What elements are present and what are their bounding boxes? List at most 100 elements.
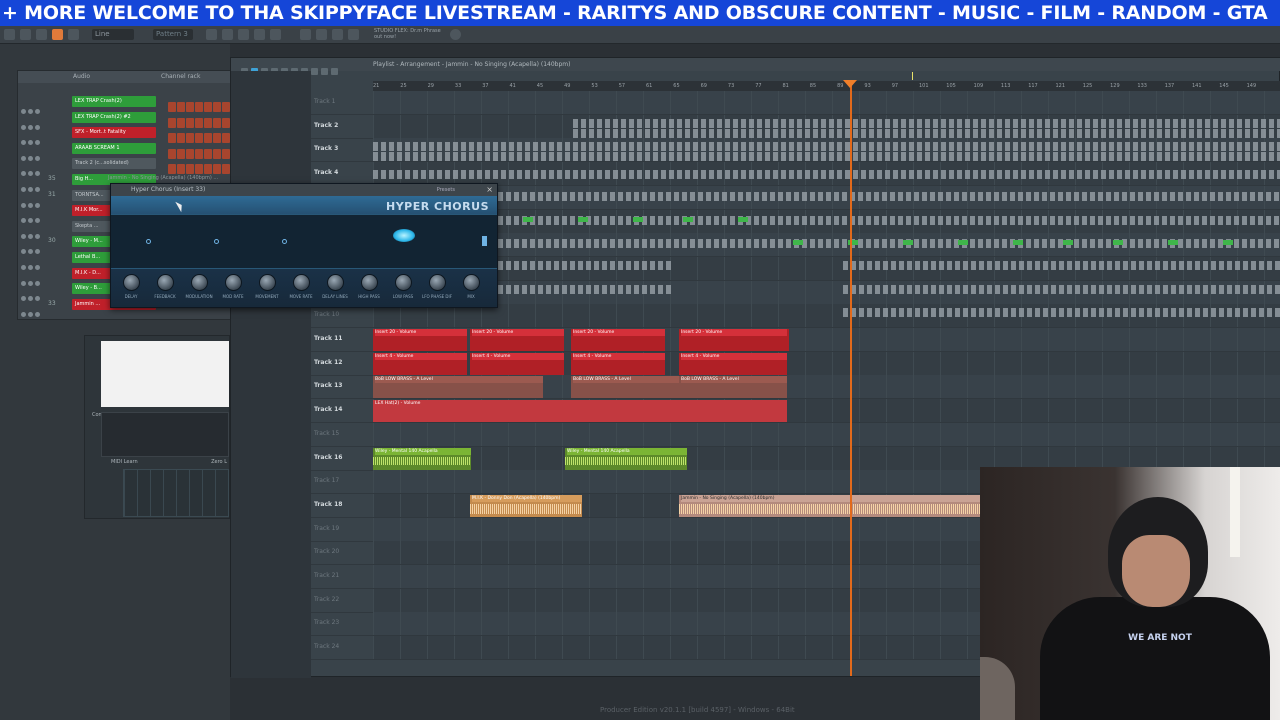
- plugin-titlebar[interactable]: Hyper Chorus (Insert 33) Presets ×: [111, 184, 497, 196]
- playlist-clip[interactable]: Jammin - No Singing (Acapella) (140bpm): [679, 494, 981, 517]
- pattern-clip-strip[interactable]: [498, 215, 1280, 225]
- knob-delay-lines[interactable]: [327, 274, 344, 291]
- channel-controls[interactable]: [21, 146, 47, 161]
- pattern-clip-strip[interactable]: [843, 308, 1280, 318]
- browser-icon[interactable]: [270, 29, 281, 40]
- playlist-clip[interactable]: Insert 20 - Volume: [787, 329, 789, 351]
- snap-mode-select[interactable]: Line: [92, 29, 134, 40]
- track-label[interactable]: Track 10: [314, 311, 339, 318]
- pattern-clip-strip[interactable]: [498, 284, 673, 294]
- automation-point[interactable]: [578, 216, 588, 222]
- channel-controls[interactable]: [21, 255, 47, 270]
- track-label[interactable]: Track 21: [314, 572, 339, 579]
- playlist-clip[interactable]: Insert 4 - Volume: [679, 352, 787, 375]
- track-label[interactable]: Track 15: [314, 430, 339, 437]
- automation-point[interactable]: [1113, 240, 1123, 246]
- mixer-icon[interactable]: [254, 29, 265, 40]
- mod-node[interactable]: [282, 239, 287, 244]
- track-lane[interactable]: [373, 422, 1280, 446]
- channel-controls[interactable]: [21, 286, 47, 302]
- track-row[interactable]: Track 12 Insert 4 - Volume Insert 4 - Volu…: [311, 351, 1280, 376]
- envelope-display[interactable]: [101, 412, 229, 457]
- track-label[interactable]: Track 3: [314, 145, 338, 152]
- track-label[interactable]: Track 20: [314, 548, 339, 555]
- playlist-clip[interactable]: Insert 4 - Volume: [470, 352, 564, 375]
- presets-button[interactable]: Presets: [437, 184, 455, 196]
- mod-node[interactable]: [214, 239, 219, 244]
- keyboard-display[interactable]: [123, 469, 229, 517]
- playlist-clip[interactable]: Insert 20 - Volume: [571, 329, 665, 351]
- pattern-clip-strip[interactable]: [573, 118, 1280, 128]
- channel-controls[interactable]: [21, 271, 47, 286]
- pattern-selector[interactable]: Pattern 3: [153, 29, 193, 40]
- track-row[interactable]: Track 3: [311, 138, 1280, 163]
- pattern-clip-strip[interactable]: [843, 284, 1280, 294]
- playlist-clip[interactable]: Insert 20 - Volume: [470, 329, 564, 351]
- channel-controls[interactable]: [21, 193, 47, 208]
- track-label[interactable]: Track 2: [314, 122, 338, 129]
- pattern-clip-strip[interactable]: [498, 260, 673, 270]
- channel-controls[interactable]: [21, 99, 47, 114]
- channel-row[interactable]: ARAAB SCREAM 1: [18, 142, 239, 161]
- channel-rack-icon[interactable]: [238, 29, 249, 40]
- automation-point[interactable]: [738, 216, 748, 222]
- track-label[interactable]: Track 14: [314, 406, 342, 413]
- channel-name-button[interactable]: LEX TRAP Crash(2): [72, 96, 156, 107]
- track-label[interactable]: Track 12: [314, 359, 342, 366]
- automation-point[interactable]: [683, 216, 693, 222]
- pattern-clip-strip[interactable]: [843, 260, 1280, 270]
- play-icon[interactable]: [20, 29, 31, 40]
- channel-controls[interactable]: [21, 302, 47, 317]
- pattern-clip-strip[interactable]: [498, 191, 1280, 201]
- magnet-icon[interactable]: [68, 29, 79, 40]
- mod-node[interactable]: [146, 239, 151, 244]
- channel-row[interactable]: LEX TRAP Crash(2) #2: [18, 111, 239, 130]
- track-row[interactable]: Track 14 LEX Hat(2) - Volume: [311, 399, 1280, 424]
- automation-point[interactable]: [1223, 240, 1233, 246]
- playback-tool-icon[interactable]: [331, 68, 338, 75]
- waveform-display[interactable]: [101, 341, 229, 407]
- playhead-marker-icon[interactable]: [843, 80, 857, 88]
- track-row[interactable]: Track 1: [311, 91, 1280, 115]
- channel-controls[interactable]: [21, 161, 47, 177]
- online-icon[interactable]: [450, 29, 461, 40]
- track-lane[interactable]: [373, 91, 1280, 114]
- channel-mixer-number[interactable]: 30: [48, 237, 56, 244]
- close-icon[interactable]: ×: [486, 184, 493, 196]
- channel-controls[interactable]: [21, 130, 47, 146]
- channel-controls[interactable]: [21, 224, 47, 239]
- timeline-ruler[interactable]: 21 25 29 33 37 41 45 49 53 57 61 65 69 73 77 81 85 89 93 97…: [373, 81, 1280, 91]
- channel-mixer-number[interactable]: 35: [48, 175, 56, 182]
- track-label[interactable]: Track 1: [314, 98, 335, 105]
- automation-point[interactable]: [793, 240, 803, 246]
- playlist-clip[interactable]: M.I.K - Donny Don (Acapella) (140bpm): [470, 494, 582, 517]
- track-label[interactable]: Track 16: [314, 454, 342, 461]
- playlist-clip[interactable]: BoB LOW BRASS - A Level: [373, 376, 543, 399]
- channel-controls[interactable]: [21, 239, 47, 255]
- automation-point[interactable]: [1063, 240, 1073, 246]
- pattern-clip-strip[interactable]: [373, 170, 1280, 180]
- playlist-clip[interactable]: Insert 4 - Volume: [373, 352, 467, 375]
- knob-movement[interactable]: [259, 274, 276, 291]
- track-row[interactable]: Track 2: [311, 114, 1280, 139]
- playlist-clip[interactable]: Insert 20 - Volume: [679, 329, 787, 351]
- cpu-icon[interactable]: [332, 29, 343, 40]
- modulation-display[interactable]: [111, 214, 497, 269]
- automation-point[interactable]: [903, 240, 913, 246]
- automation-point[interactable]: [523, 216, 533, 222]
- knob-delay[interactable]: [123, 274, 140, 291]
- track-label[interactable]: Track 4: [314, 169, 338, 176]
- automation-point[interactable]: [1168, 240, 1178, 246]
- knob-low-pass[interactable]: [395, 274, 412, 291]
- channel-mixer-number[interactable]: 31: [48, 191, 56, 198]
- knob-move-rate[interactable]: [293, 274, 310, 291]
- cloud-icon[interactable]: [348, 29, 359, 40]
- pattern-clip-strip[interactable]: [373, 142, 1280, 152]
- channel-controls[interactable]: [21, 115, 47, 130]
- channel-row[interactable]: LEX TRAP Crash(2): [18, 95, 239, 114]
- knob-feedback[interactable]: [157, 274, 174, 291]
- plugin-picker-icon[interactable]: [300, 29, 311, 40]
- stop-icon[interactable]: [36, 29, 47, 40]
- channel-name-button[interactable]: LEX TRAP Crash(2) #2: [72, 111, 156, 123]
- track-label[interactable]: Track 17: [314, 477, 339, 484]
